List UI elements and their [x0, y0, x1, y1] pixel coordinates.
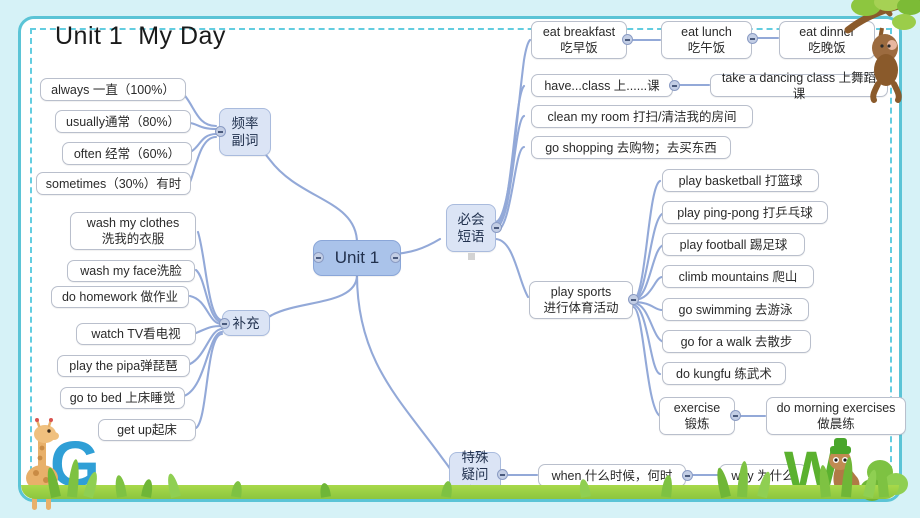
- toggle-frequency-adverbs[interactable]: [215, 126, 226, 137]
- node-have-class[interactable]: have...class 上......课: [531, 74, 673, 97]
- node-why[interactable]: why 为什么: [719, 464, 807, 487]
- node-go-for-a-walk[interactable]: go for a walk 去散步: [662, 330, 811, 353]
- branch-question-words[interactable]: 特殊 疑问词: [449, 450, 501, 499]
- node-sometimes[interactable]: sometimes（30%）有时: [36, 172, 191, 195]
- branch-must-know-phrases[interactable]: 必会 短语: [446, 204, 496, 252]
- toggle-play-sports[interactable]: [628, 294, 639, 305]
- node-when[interactable]: when 什么时候，何时: [538, 464, 686, 487]
- node-play-the-pipa[interactable]: play the pipa弹琵琶: [57, 355, 190, 377]
- toggle-exercise[interactable]: [730, 410, 741, 421]
- node-always[interactable]: always 一直（100%）: [40, 78, 186, 101]
- node-usually[interactable]: usually通常（80%）: [55, 110, 191, 133]
- node-do-morning-exercises[interactable]: do morning exercises 做晨练: [766, 397, 906, 435]
- node-eat-breakfast[interactable]: eat breakfast 吃早饭: [531, 21, 627, 59]
- node-climb-mountains[interactable]: climb mountains 爬山: [662, 265, 814, 288]
- node-eat-dinner[interactable]: eat dinner 吃晚饭: [779, 21, 875, 59]
- node-wash-my-clothes[interactable]: wash my clothes 洗我的衣服: [70, 212, 196, 250]
- toggle-have-class[interactable]: [669, 80, 680, 91]
- node-clean-my-room[interactable]: clean my room 打扫/清洁我的房间: [531, 105, 753, 128]
- node-do-kungfu[interactable]: do kungfu 练武术: [662, 362, 786, 385]
- toggle-eat-lunch[interactable]: [747, 33, 758, 44]
- central-node-unit1[interactable]: Unit 1: [313, 240, 401, 276]
- node-play-sports[interactable]: play sports 进行体育活动: [529, 281, 633, 319]
- node-eat-lunch[interactable]: eat lunch 吃午饭: [661, 21, 752, 59]
- node-take-dancing-class[interactable]: take a dancing class 上舞蹈课: [710, 71, 888, 101]
- toggle-must-know-phrases[interactable]: [491, 222, 502, 233]
- node-stub-marker: [468, 253, 475, 260]
- toggle-when[interactable]: [682, 470, 693, 481]
- toggle-eat-breakfast[interactable]: [622, 34, 633, 45]
- node-wash-my-face[interactable]: wash my face洗脸: [67, 260, 195, 282]
- node-exercise[interactable]: exercise 锻炼: [659, 397, 735, 435]
- node-watch-tv[interactable]: watch TV看电视: [76, 323, 196, 345]
- node-go-to-bed[interactable]: go to bed 上床睡觉: [60, 387, 185, 409]
- page-title: Unit 1 My Day: [55, 22, 226, 50]
- node-play-basketball[interactable]: play basketball 打篮球: [662, 169, 819, 192]
- node-often[interactable]: often 经常（60%）: [62, 142, 192, 165]
- node-get-up[interactable]: get up起床: [98, 419, 196, 441]
- node-go-swimming[interactable]: go swimming 去游泳: [662, 298, 809, 321]
- node-go-shopping[interactable]: go shopping 去购物；去买东西: [531, 136, 731, 159]
- toggle-central-left[interactable]: [313, 252, 324, 263]
- mindmap-canvas: Unit 1 My Day Unit 1 频率 副词 always 一直（100…: [0, 0, 920, 518]
- node-play-football[interactable]: play football 踢足球: [662, 233, 805, 256]
- toggle-question-words[interactable]: [497, 469, 508, 480]
- branch-frequency-adverbs[interactable]: 频率 副词: [219, 108, 271, 156]
- toggle-supplement[interactable]: [219, 318, 230, 329]
- node-play-ping-pong[interactable]: play ping-pong 打乒乓球: [662, 201, 828, 224]
- node-do-homework[interactable]: do homework 做作业: [51, 286, 189, 308]
- toggle-central-right[interactable]: [390, 252, 401, 263]
